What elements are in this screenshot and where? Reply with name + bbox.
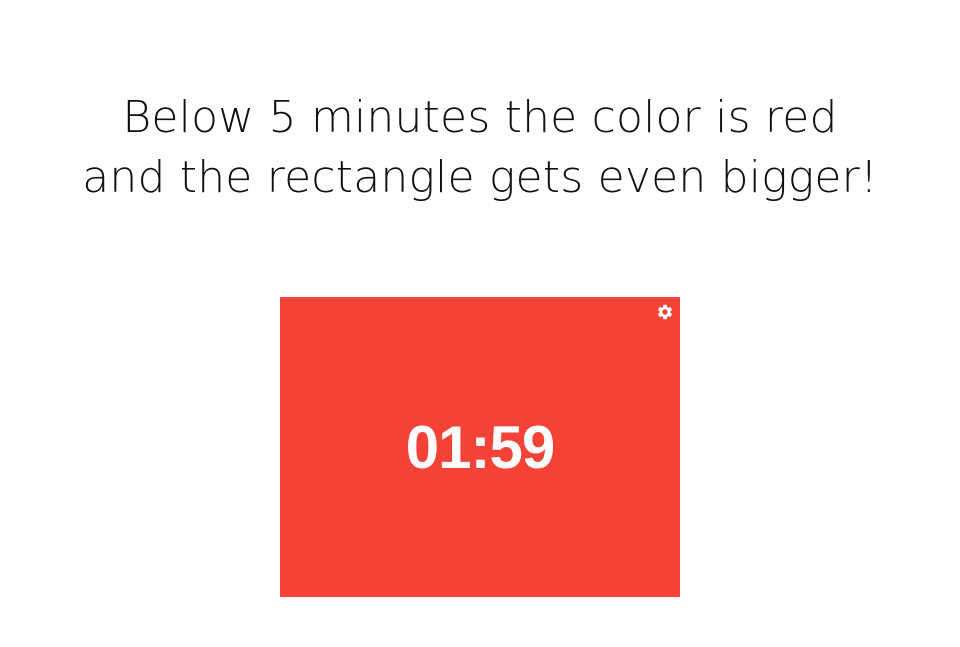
countdown-timer: 01:59 — [280, 297, 680, 597]
headline-line-2: and the rectangle gets even bigger! — [82, 152, 878, 203]
headline-line-1: Below 5 minutes the color is red — [122, 92, 838, 143]
headline: Below 5 minutes the color is red and the… — [0, 88, 960, 208]
timer-value: 01:59 — [405, 414, 555, 481]
gear-icon[interactable] — [656, 303, 674, 321]
